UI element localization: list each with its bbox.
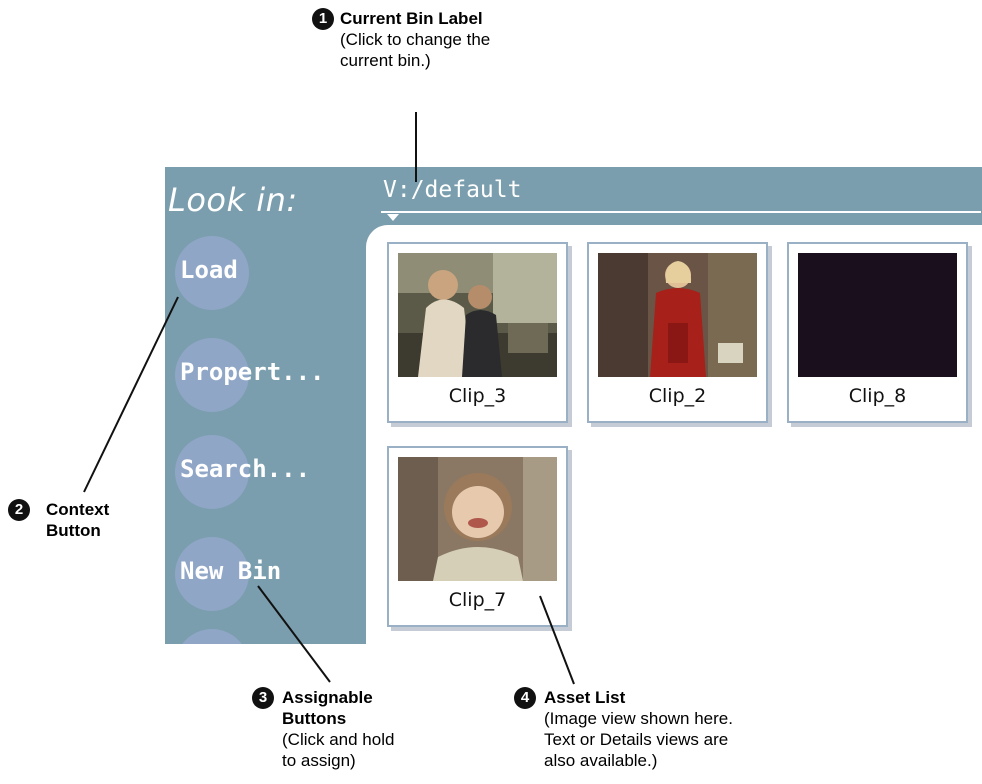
- callout-title: Current Bin Label: [340, 9, 483, 28]
- callout-number: 4: [514, 687, 536, 709]
- callout-title: Context Button: [46, 500, 110, 540]
- callout-title: Asset List: [544, 688, 626, 707]
- callout-leader-lines: [83, 112, 575, 685]
- callout-description: (Click and hold to assign): [282, 730, 395, 770]
- callout-number: 3: [252, 687, 274, 709]
- callout-asset-list: 4 Asset List (Image view shown here. Tex…: [514, 687, 764, 771]
- callout-assignable-buttons: 3 Assignable Buttons (Click and hold to …: [252, 687, 432, 771]
- callout-number: 1: [312, 8, 334, 30]
- callout-title: Assignable Buttons: [282, 688, 373, 728]
- callout-number: 2: [8, 499, 30, 521]
- callout-description: (Click to change the current bin.): [340, 30, 491, 70]
- callout-context-button: 2 Context Button: [8, 499, 148, 541]
- callout-current-bin-label: 1 Current Bin Label (Click to change the…: [312, 8, 512, 71]
- callout-description: (Image view shown here. Text or Details …: [544, 709, 733, 770]
